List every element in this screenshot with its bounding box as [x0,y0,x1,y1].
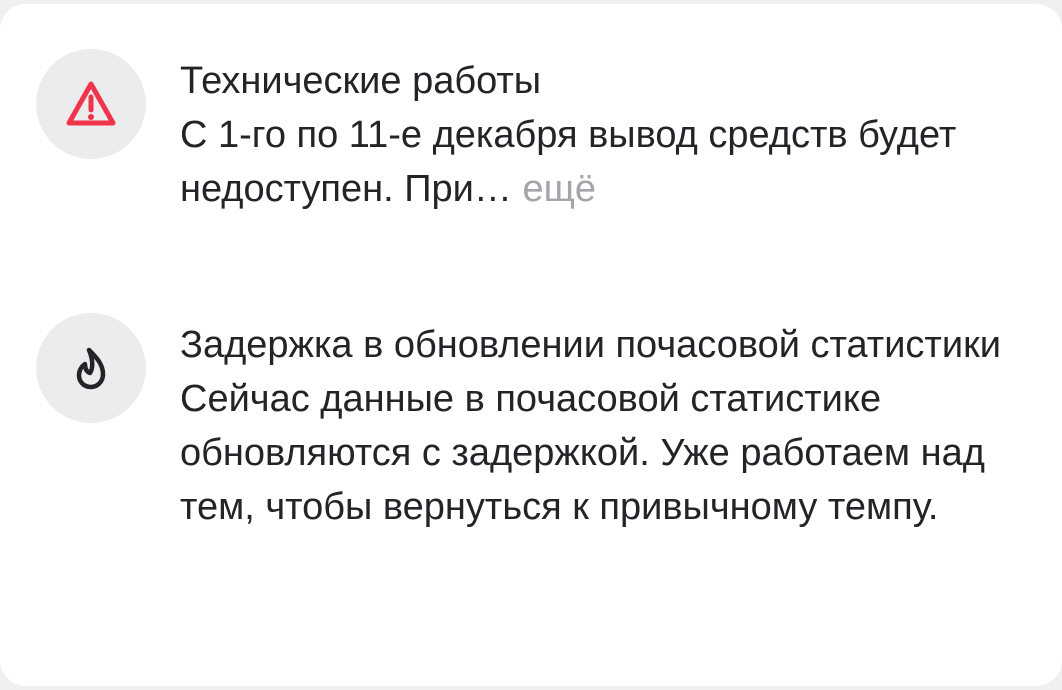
notice-title: Технические работы [180,60,542,102]
warning-triangle-icon [64,79,118,129]
notice-body: С 1-го по 11-е декабря вывод средств буд… [180,108,1040,216]
notifications-panel: Технические работы С 1-го по 11-е декабр… [0,4,1062,686]
notice-icon-badge [36,49,146,159]
notice-icon-badge [36,313,146,423]
flame-icon [74,344,108,392]
notice-text: Задержка в обновлении почасовой статисти… [180,318,1040,534]
more-link[interactable]: ещё [522,168,596,210]
notice-title: Задержка в обновлении почасовой статисти… [180,324,1001,366]
notice-text: Технические работы С 1-го по 11-е декабр… [180,54,1040,216]
notice-body: Сейчас данные в почасовой статистике обн… [180,378,985,528]
